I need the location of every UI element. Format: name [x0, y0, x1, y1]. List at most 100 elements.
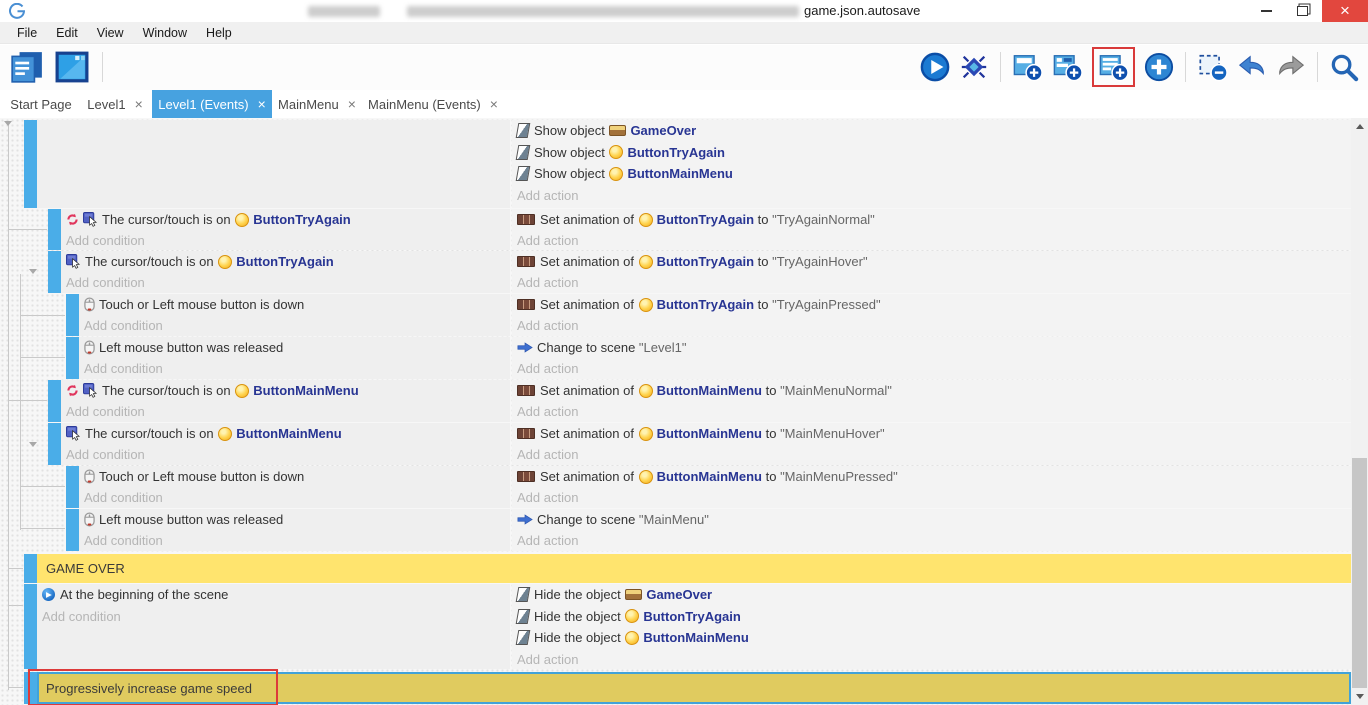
scroll-down-icon[interactable] [1351, 688, 1368, 705]
event-drag-handle[interactable] [24, 584, 37, 669]
tab-level1[interactable]: Level1 [80, 90, 150, 118]
close-tab-icon[interactable] [490, 96, 498, 112]
add-comment-icon[interactable] [1098, 52, 1129, 82]
event-drag-handle[interactable] [48, 423, 61, 465]
add-action-placeholder[interactable]: Add action [512, 315, 1351, 336]
redo-icon[interactable] [1276, 52, 1306, 82]
event-row[interactable]: The cursor/touch is on ButtonMainMenu Ad… [0, 380, 1351, 422]
condition[interactable]: The cursor/touch is on ButtonTryAgain [61, 209, 510, 230]
scene-editor-icon[interactable] [54, 50, 90, 84]
event-drag-handle[interactable] [48, 251, 61, 293]
add-action-placeholder[interactable]: Add action [512, 358, 1351, 379]
close-tab-icon[interactable] [258, 96, 266, 112]
action[interactable]: Set animation of ButtonTryAgain to "TryA… [512, 294, 1351, 315]
action[interactable]: Set animation of ButtonMainMenu to "Main… [512, 423, 1351, 444]
add-condition-placeholder[interactable]: Add condition [61, 272, 510, 293]
search-icon[interactable] [1329, 52, 1360, 83]
add-condition-placeholder[interactable]: Add condition [61, 444, 510, 465]
menu-window[interactable]: Window [134, 26, 197, 40]
menu-file[interactable]: File [8, 26, 47, 40]
comment-row[interactable]: GAME OVER [0, 554, 1351, 583]
event-drag-handle[interactable] [48, 380, 61, 422]
add-action-placeholder[interactable]: Add action [512, 230, 1351, 250]
vertical-scrollbar[interactable] [1351, 118, 1368, 705]
event-row[interactable]: At the beginning of the scene Add condit… [0, 584, 1351, 669]
play-icon[interactable] [920, 52, 950, 82]
event-row[interactable]: Touch or Left mouse button is down Add c… [0, 466, 1351, 508]
event-row[interactable]: Left mouse button was released Add condi… [0, 337, 1351, 379]
condition[interactable]: Left mouse button was released [79, 337, 510, 358]
menu-view[interactable]: View [88, 26, 134, 40]
add-action-placeholder[interactable]: Add action [512, 649, 1351, 670]
add-condition-placeholder[interactable]: Add condition [37, 606, 510, 628]
event-row[interactable]: The cursor/touch is on ButtonTryAgain Ad… [0, 251, 1351, 293]
condition[interactable]: The cursor/touch is on ButtonMainMenu [61, 423, 510, 444]
minimize-button[interactable] [1250, 0, 1282, 22]
close-button[interactable] [1322, 0, 1368, 22]
event-row[interactable]: The cursor/touch is on ButtonTryAgain Ad… [0, 209, 1351, 250]
condition[interactable]: The cursor/touch is on ButtonMainMenu [61, 380, 510, 401]
condition[interactable]: At the beginning of the scene [37, 584, 510, 606]
add-condition-placeholder[interactable]: Add condition [61, 401, 510, 422]
action[interactable]: Show object GameOver [512, 120, 1351, 142]
comment-text[interactable]: GAME OVER [37, 554, 1351, 583]
actions-cell: Set animation of ButtonTryAgain to "TryA… [512, 251, 1351, 293]
event-drag-handle[interactable] [24, 554, 37, 583]
event-drag-handle[interactable] [66, 294, 79, 336]
project-manager-icon[interactable] [10, 50, 44, 84]
event-row[interactable]: Touch or Left mouse button is down Add c… [0, 294, 1351, 336]
add-action-placeholder[interactable]: Add action [512, 185, 1351, 207]
tab-mainmenu[interactable]: MainMenu [274, 90, 360, 118]
debug-icon[interactable] [959, 52, 989, 82]
event-drag-handle[interactable] [66, 337, 79, 379]
add-action-placeholder[interactable]: Add action [512, 444, 1351, 465]
add-condition-placeholder[interactable]: Add condition [79, 530, 510, 551]
event-row[interactable]: Left mouse button was released Add condi… [0, 509, 1351, 551]
action[interactable]: Hide the object ButtonMainMenu [512, 627, 1351, 649]
action[interactable]: Change to scene "Level1" [512, 337, 1351, 358]
action[interactable]: Set animation of ButtonMainMenu to "Main… [512, 380, 1351, 401]
add-action-placeholder[interactable]: Add action [512, 401, 1351, 422]
action[interactable]: Show object ButtonTryAgain [512, 142, 1351, 164]
event-drag-handle[interactable] [66, 466, 79, 508]
action[interactable]: Set animation of ButtonMainMenu to "Main… [512, 466, 1351, 487]
add-new-icon[interactable] [1144, 52, 1174, 82]
event-drag-handle[interactable] [48, 209, 61, 250]
add-event-icon[interactable] [1012, 52, 1043, 82]
action[interactable]: Set animation of ButtonTryAgain to "TryA… [512, 251, 1351, 272]
event-row[interactable]: Show object GameOver Show object ButtonT… [0, 120, 1351, 208]
menu-edit[interactable]: Edit [47, 26, 88, 40]
action[interactable]: Hide the object GameOver [512, 584, 1351, 606]
remove-event-icon[interactable] [1197, 52, 1228, 82]
action[interactable]: Change to scene "MainMenu" [512, 509, 1351, 530]
event-row[interactable]: The cursor/touch is on ButtonMainMenu Ad… [0, 423, 1351, 465]
restore-button[interactable] [1286, 0, 1318, 22]
add-condition-placeholder[interactable]: Add condition [79, 358, 510, 379]
add-action-placeholder[interactable]: Add action [512, 272, 1351, 293]
undo-icon[interactable] [1237, 52, 1267, 82]
action[interactable]: Show object ButtonMainMenu [512, 163, 1351, 185]
add-subevent-icon[interactable] [1052, 52, 1083, 82]
condition[interactable]: Touch or Left mouse button is down [79, 294, 510, 315]
condition[interactable]: Left mouse button was released [79, 509, 510, 530]
add-action-placeholder[interactable]: Add action [512, 530, 1351, 551]
add-condition-placeholder[interactable]: Add condition [79, 487, 510, 508]
scrollbar-thumb[interactable] [1352, 458, 1367, 688]
tab-mainmenu-events[interactable]: MainMenu (Events) [362, 90, 504, 118]
condition[interactable]: The cursor/touch is on ButtonTryAgain [61, 251, 510, 272]
close-tab-icon[interactable] [135, 96, 143, 112]
close-tab-icon[interactable] [348, 96, 356, 112]
action[interactable]: Set animation of ButtonTryAgain to "TryA… [512, 209, 1351, 230]
add-condition-placeholder[interactable]: Add condition [79, 315, 510, 336]
menu-help[interactable]: Help [197, 26, 242, 40]
event-drag-handle[interactable] [66, 509, 79, 551]
event-drag-handle[interactable] [24, 120, 37, 208]
add-condition-placeholder[interactable]: Add condition [61, 230, 510, 250]
add-action-placeholder[interactable]: Add action [512, 487, 1351, 508]
tab-start-page[interactable]: Start Page [4, 90, 78, 118]
scroll-up-icon[interactable] [1351, 118, 1368, 135]
conditions-cell[interactable] [37, 120, 510, 208]
tab-level1-events[interactable]: Level1 (Events) [152, 90, 272, 118]
condition[interactable]: Touch or Left mouse button is down [79, 466, 510, 487]
action[interactable]: Hide the object ButtonTryAgain [512, 606, 1351, 628]
